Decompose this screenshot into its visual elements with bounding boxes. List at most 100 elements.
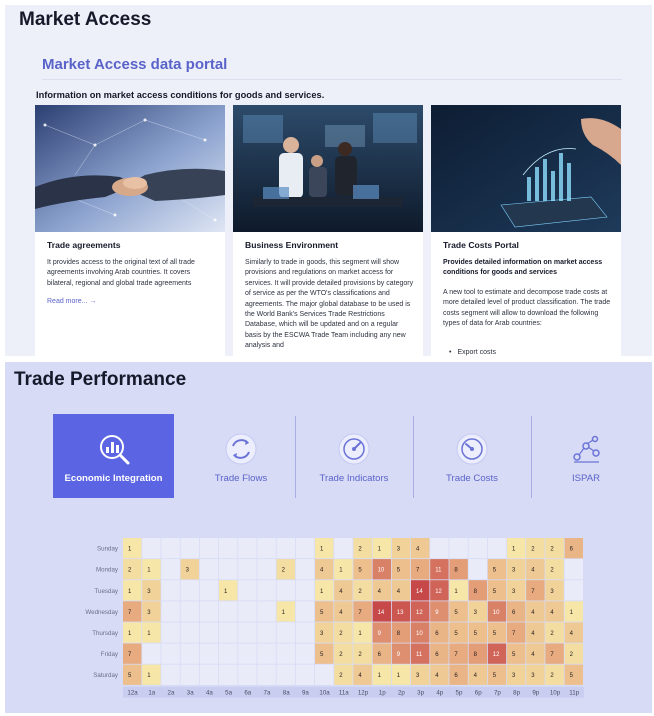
cell-value-label: 12 [435, 589, 442, 595]
bullet-item: Export costs [449, 349, 496, 356]
heatmap-cell [564, 580, 583, 601]
heatmap-cell [391, 622, 411, 643]
activity-heatmap: Sunday 1 1 2 1 3 4 1 2 2 6Monday 2 1 3 2 4 1 5 10 5 7 11 8 5 3 4 2… [85, 538, 584, 698]
heatmap-cell [411, 559, 430, 580]
card-business-environment[interactable]: Business Environment Similarly to trade … [233, 105, 423, 356]
heatmap-cell [487, 580, 507, 601]
heatmap-cell [507, 538, 526, 559]
x-tick-label: 9a [302, 690, 309, 697]
heatmap-cell [295, 601, 315, 622]
heatmap-cell [468, 664, 487, 685]
heatmap-cell [353, 559, 372, 580]
heatmap-cell [430, 643, 449, 664]
heatmap-cell [161, 559, 180, 580]
card-body: Similarly to trade in goods, this segmen… [245, 259, 414, 350]
heatmap-cell [238, 643, 257, 664]
x-tick-label: 5a [225, 690, 232, 697]
heatmap-cell [161, 538, 180, 559]
heatmap-cell [315, 664, 334, 685]
y-tick-label: Monday [96, 567, 119, 574]
heatmap-cell [180, 601, 199, 622]
heatmap-cell [219, 580, 238, 601]
heatmap-cell [199, 559, 219, 580]
heatmap-cell [142, 643, 161, 664]
heatmap-cell [180, 664, 199, 685]
heatmap-cell [180, 643, 199, 664]
heatmap-cell [545, 580, 564, 601]
heatmap-cell [334, 643, 353, 664]
y-tick-label: Sunday [97, 546, 119, 553]
heatmap-cell [411, 538, 430, 559]
heatmap-cell [526, 559, 545, 580]
heatmap-cell [276, 601, 295, 622]
heatmap-cell [545, 664, 564, 685]
y-tick-label: Saturday [93, 672, 119, 679]
heatmap-cell [123, 622, 142, 643]
heatmap-cell [295, 643, 315, 664]
heatmap-cell [526, 538, 545, 559]
heatmap-cell [142, 580, 161, 601]
x-tick-label: 10p [550, 690, 561, 697]
heatmap-cell [334, 580, 353, 601]
x-tick-label: 11a [339, 690, 349, 697]
card-trade-costs-portal[interactable]: Trade Costs Portal Provides detailed inf… [431, 105, 621, 356]
heatmap-cell [123, 538, 142, 559]
heatmap-cell [315, 601, 334, 622]
card-trade-agreements[interactable]: Trade agreements It provides access to t… [35, 105, 225, 356]
x-tick-label: 10a [319, 690, 330, 697]
tablet-hologram-image [431, 105, 621, 232]
heatmap-cell [507, 601, 526, 622]
heatmap-cell [257, 601, 276, 622]
heatmap-cell [430, 622, 449, 643]
heatmap-cell [564, 643, 583, 664]
heatmap-cell [526, 643, 545, 664]
heatmap-cell [295, 580, 315, 601]
heatmap-cell [257, 559, 276, 580]
heatmap-cell [199, 643, 219, 664]
x-tick-label: 12p [358, 690, 369, 697]
heatmap-cell [219, 538, 238, 559]
y-tick-label: Thursday [92, 630, 119, 637]
heatmap-cell [391, 538, 411, 559]
heatmap-cell [161, 580, 180, 601]
heatmap-cell [372, 664, 391, 685]
portal-title[interactable]: Market Access data portal [42, 56, 227, 73]
heatmap-cell [161, 622, 180, 643]
x-tick-label: 3p [417, 690, 424, 697]
heatmap-cell [545, 643, 564, 664]
heatmap-cell [180, 580, 199, 601]
cell-value-label: 12 [493, 652, 500, 658]
heatmap-cell [449, 622, 468, 643]
heatmap-cell [219, 559, 238, 580]
x-tick-label: 6a [244, 690, 251, 697]
x-tick-label: 1a [148, 690, 155, 697]
read-more-link[interactable]: Read more... → [47, 298, 96, 305]
heatmap-cell [276, 559, 295, 580]
heatmap-cell [180, 559, 199, 580]
heatmap-cell [142, 559, 161, 580]
y-tick-label: Tuesday [94, 588, 118, 595]
x-tick-label: 7p [494, 690, 501, 697]
heatmap-cell [545, 622, 564, 643]
y-tick-label: Wednesday [85, 609, 118, 616]
heatmap-cell [468, 538, 487, 559]
heatmap-cell [564, 601, 583, 622]
cell-value-label: 13 [397, 610, 404, 616]
heatmap-cell [142, 664, 161, 685]
heatmap-cell [372, 580, 391, 601]
heatmap-cell [123, 643, 142, 664]
heatmap-cell [199, 580, 219, 601]
heatmap-cell [295, 559, 315, 580]
heatmap-cell [353, 601, 372, 622]
heatmap-cell [334, 664, 353, 685]
cell-value-label: 10 [416, 631, 423, 637]
card-title: Trade Costs Portal [443, 240, 519, 250]
heatmap-cell [276, 643, 295, 664]
heatmap-cell [180, 538, 199, 559]
divider [42, 79, 622, 80]
heatmap-cell [238, 601, 257, 622]
heatmap-cell [334, 538, 353, 559]
x-tick-label: 2p [398, 690, 405, 697]
heatmap-cell [199, 622, 219, 643]
heatmap-cell [295, 622, 315, 643]
